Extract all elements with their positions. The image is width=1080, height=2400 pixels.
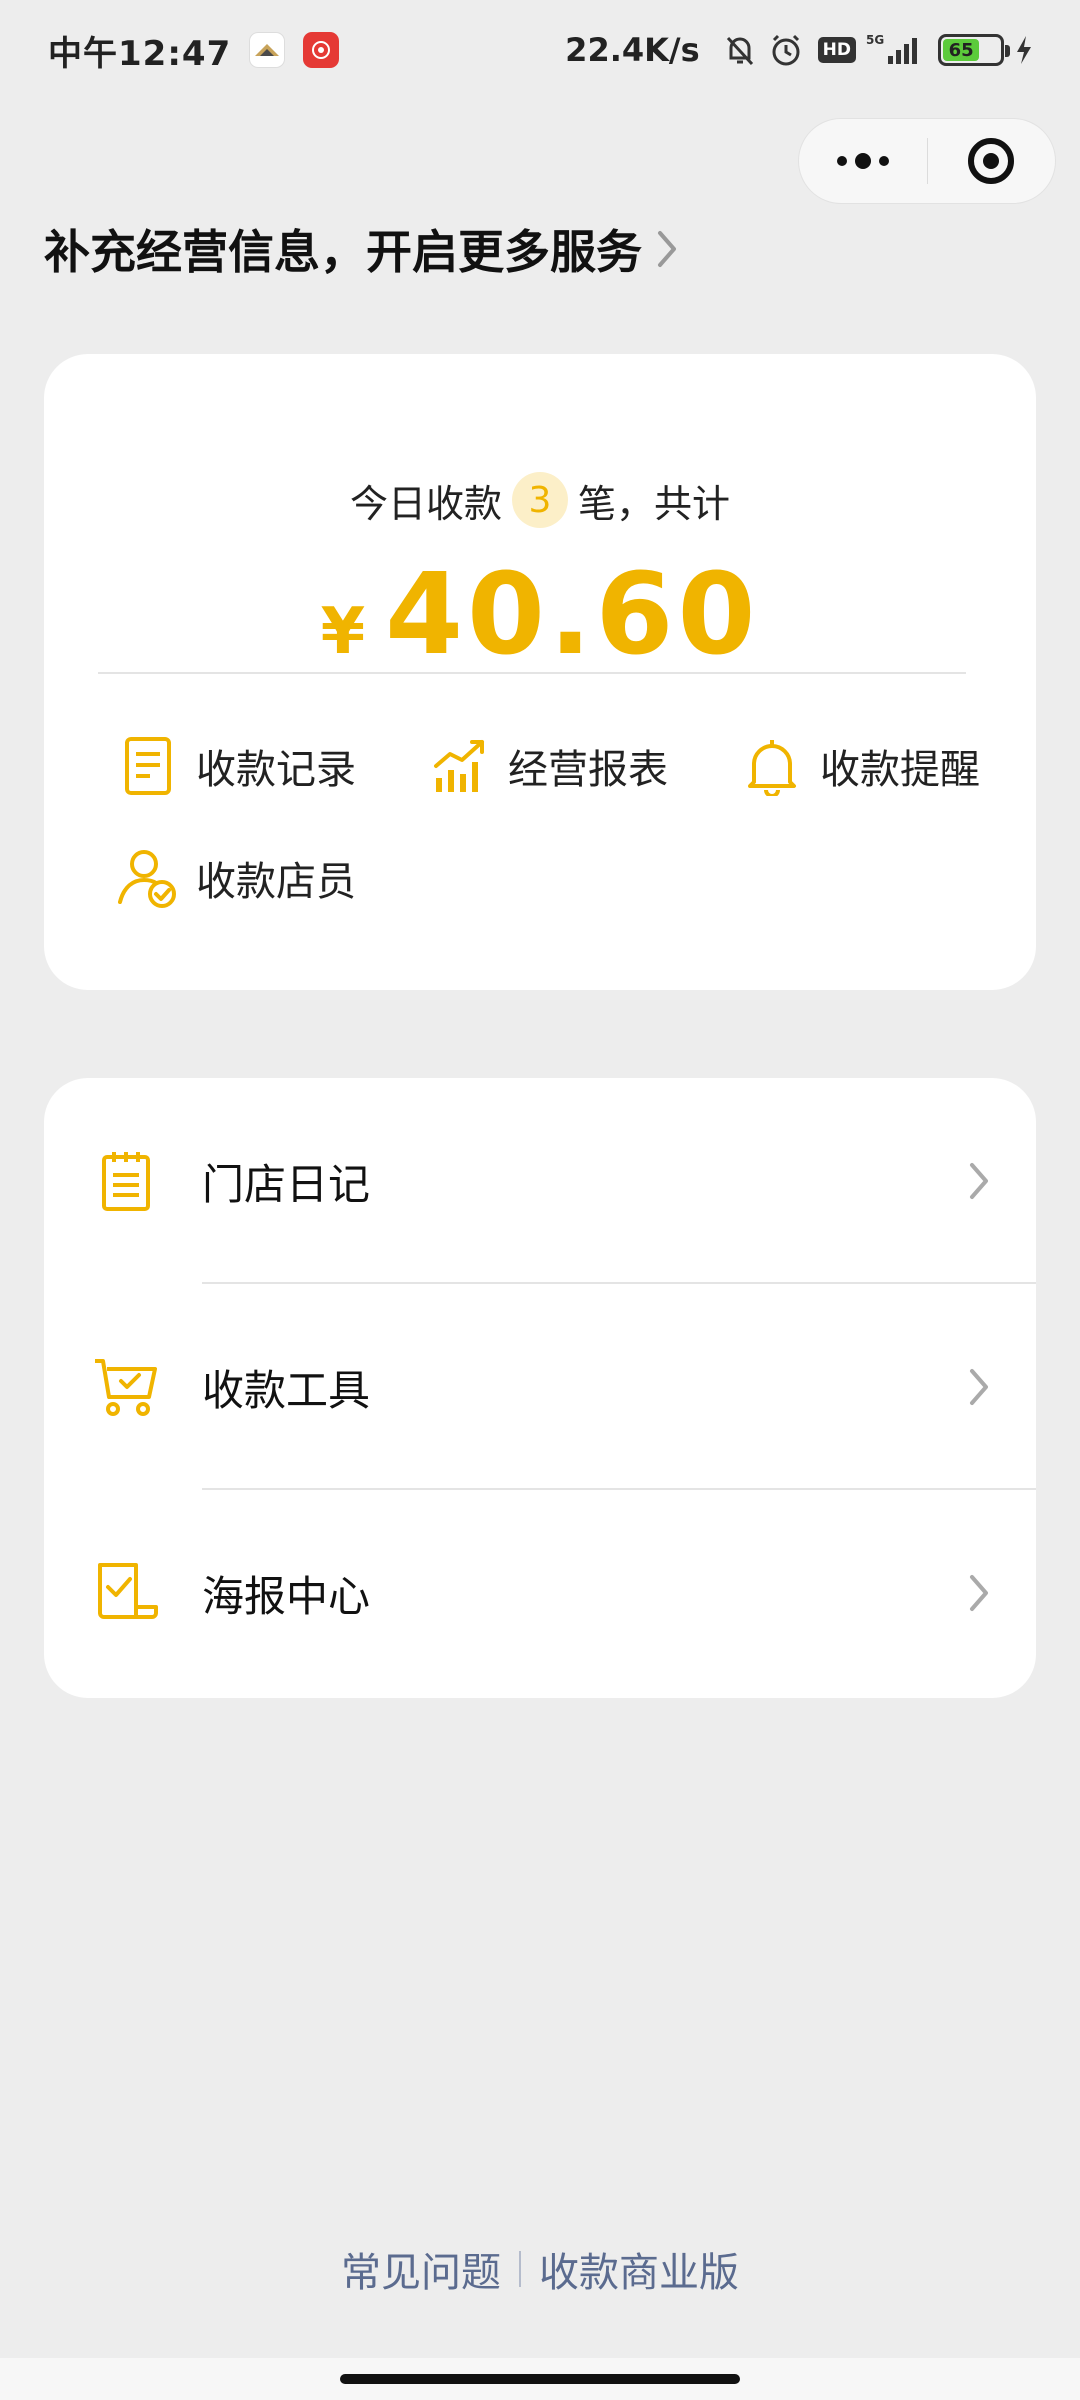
business-edition-link[interactable]: 收款商业版 [539,2240,739,2298]
menu-item-label: 收款工具 [202,1365,371,1415]
divider [98,672,966,674]
quick-action-staff[interactable]: 收款店员 [116,846,356,910]
footer-links: 常见问题 收款商业版 [0,2240,1080,2298]
signal-label: 5G [866,33,884,47]
today-suffix: 笔，共计 [578,481,731,526]
today-prefix: 今日收款 [349,481,502,526]
hd-badge: HD [817,37,856,63]
battery-icon: 65 [938,34,1010,66]
network-speed: 22.4K/s [565,31,700,69]
today-summary: 今日收款 3 笔，共计 [44,472,1036,528]
signal-icon: 5G [866,32,922,68]
mini-program-capsule [798,118,1056,204]
alarm-icon [768,32,804,68]
summary-card: 今日收款 3 笔，共计 ¥ 40.60 收款记录 经营报表 收款提醒 收款店员 [44,354,1036,990]
menu-item-label: 门店日记 [202,1159,371,1209]
quick-action-label: 收款提醒 [820,747,980,793]
quick-action-label: 经营报表 [508,747,668,793]
footer-divider [519,2251,521,2287]
target-circle-icon [968,138,1015,184]
currency-symbol: ¥ [320,595,366,669]
cart-check-icon [90,1351,162,1423]
quick-action-label: 收款店员 [196,859,356,905]
chevron-right-icon [968,1367,990,1407]
bell-icon [740,734,804,798]
today-count-badge: 3 [512,472,568,528]
header-title: 补充经营信息，开启更多服务 [44,225,642,279]
staff-check-icon [116,846,180,910]
menu-card: 门店日记 收款工具 海报中心 [44,1078,1036,1698]
home-indicator[interactable] [340,2374,740,2384]
today-amount: ¥ 40.60 [44,550,1036,680]
status-bar: 中午12:47 22.4K/s HD 5G 65 [0,0,1080,100]
menu-item-label: 海报中心 [202,1571,371,1621]
menu-item-poster-center[interactable]: 海报中心 [44,1490,1036,1696]
close-mini-program-button[interactable] [928,119,1056,203]
quick-action-label: 收款记录 [196,747,356,793]
more-dots-icon [836,153,889,169]
chart-icon [428,734,492,798]
quick-action-records[interactable]: 收款记录 [116,734,356,798]
faq-link[interactable]: 常见问题 [341,2240,501,2298]
more-button[interactable] [799,119,927,203]
notepad-icon [90,1145,162,1217]
battery-level: 65 [943,39,980,61]
mute-bell-icon [722,32,758,68]
chevron-right-icon [968,1161,990,1201]
chevron-right-icon [656,229,678,269]
menu-item-store-diary[interactable]: 门店日记 [44,1078,1036,1284]
status-bar-right: 22.4K/s HD 5G 65 [565,31,1034,69]
menu-item-payment-tools[interactable]: 收款工具 [44,1284,1036,1490]
amount-value: 40.60 [385,550,760,680]
complete-info-link[interactable]: 补充经营信息，开启更多服务 [44,216,678,282]
status-bar-left: 中午12:47 [48,26,340,75]
charging-icon [1014,34,1034,66]
notification-app-icon-red [303,32,340,68]
poster-check-icon [90,1557,162,1629]
quick-action-reminder[interactable]: 收款提醒 [740,734,980,798]
quick-action-report[interactable]: 经营报表 [428,734,668,798]
document-icon [116,734,180,798]
status-time: 中午12:47 [48,33,232,74]
chevron-right-icon [968,1573,990,1613]
notification-app-icon [249,32,286,68]
